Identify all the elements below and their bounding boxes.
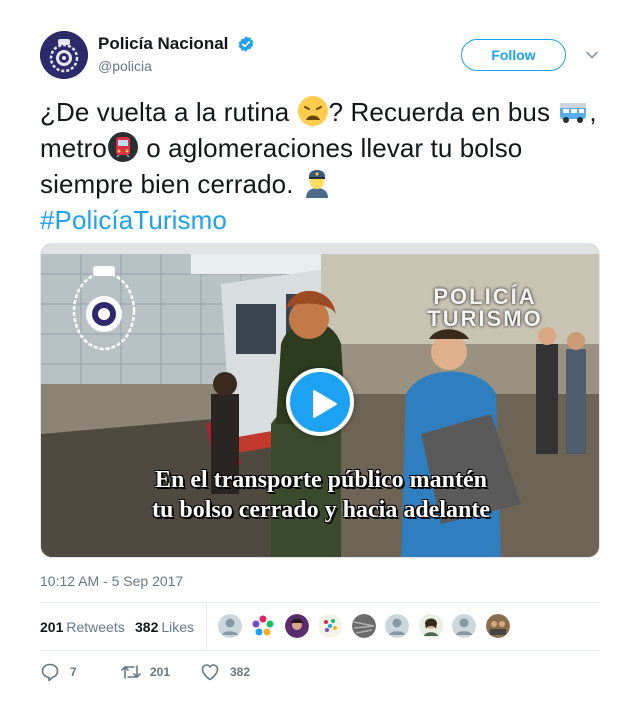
- police-shield-logo: [40, 31, 88, 79]
- tweet-actions: 7 201 382: [40, 660, 600, 684]
- retweet-count: 201: [150, 665, 171, 679]
- liker-avatar[interactable]: [385, 614, 410, 638]
- liker-avatar[interactable]: [218, 614, 242, 638]
- weary-face-emoji: [297, 96, 328, 126]
- retweets-label: Retweets: [66, 619, 125, 635]
- police-officer-emoji: [305, 170, 328, 198]
- likes-count: 382: [135, 619, 159, 635]
- tweet-text-segment: ¿De vuelta a la rutina: [40, 97, 297, 127]
- heart-icon: [201, 664, 219, 681]
- liker-avatar[interactable]: [452, 614, 477, 638]
- liker-avatar[interactable]: [284, 614, 309, 638]
- likes-label: Likes: [161, 619, 195, 635]
- video-media[interactable]: POLICÍA TURISMO En el transporte público…: [40, 243, 600, 558]
- like-count: 382: [230, 665, 251, 679]
- retweets-stat[interactable]: 201 Retweets: [40, 619, 125, 635]
- metro-emoji: [107, 132, 138, 162]
- author-handle[interactable]: @policia: [98, 58, 255, 74]
- liker-avatar[interactable]: [351, 614, 376, 638]
- tweet-timestamp[interactable]: 10:12 AM - 5 Sep 2017: [40, 573, 183, 589]
- like-button[interactable]: 382: [200, 662, 280, 682]
- verified-badge-icon: [238, 36, 254, 52]
- play-icon: [313, 390, 337, 418]
- bus-emoji: [560, 103, 587, 123]
- author-names: Policía Nacional @policia: [98, 34, 255, 74]
- liker-avatar[interactable]: [418, 614, 443, 638]
- tweet-text-segment: ? Recuerda en bus: [328, 97, 558, 127]
- reply-count: 7: [70, 665, 77, 679]
- follow-button[interactable]: Follow: [461, 39, 566, 71]
- liker-avatar[interactable]: [318, 614, 343, 638]
- play-button[interactable]: [286, 368, 354, 436]
- liker-avatar[interactable]: [251, 614, 276, 638]
- retweets-count: 201: [40, 619, 64, 635]
- video-brand-line-2: TURISMO: [427, 306, 543, 331]
- tweet-stats: 201 Retweets 382 Likes: [40, 602, 600, 651]
- chevron-down-icon[interactable]: [584, 47, 600, 63]
- likes-stat[interactable]: 382 Likes: [135, 619, 194, 635]
- author-avatar[interactable]: [40, 31, 88, 79]
- reply-icon: [41, 663, 59, 682]
- retweet-icon: [121, 665, 141, 679]
- reply-button[interactable]: 7: [40, 662, 100, 682]
- hashtag-link[interactable]: #PolicíaTurismo: [40, 205, 227, 235]
- video-caption-line-1: En el transporte público mantén: [154, 467, 487, 493]
- liker-avatars: [218, 614, 515, 643]
- liker-avatar[interactable]: [485, 614, 510, 638]
- video-caption-line-2: tu bolso cerrado y hacia adelante: [152, 497, 490, 523]
- tweet-header: Policía Nacional @policia Follow: [40, 31, 600, 79]
- stats-divider: [206, 603, 207, 650]
- tweet-text: ¿De vuelta a la rutina ? Recuerda en bus…: [40, 94, 600, 238]
- author-display-name[interactable]: Policía Nacional: [98, 34, 228, 54]
- retweet-button[interactable]: 201: [120, 662, 200, 682]
